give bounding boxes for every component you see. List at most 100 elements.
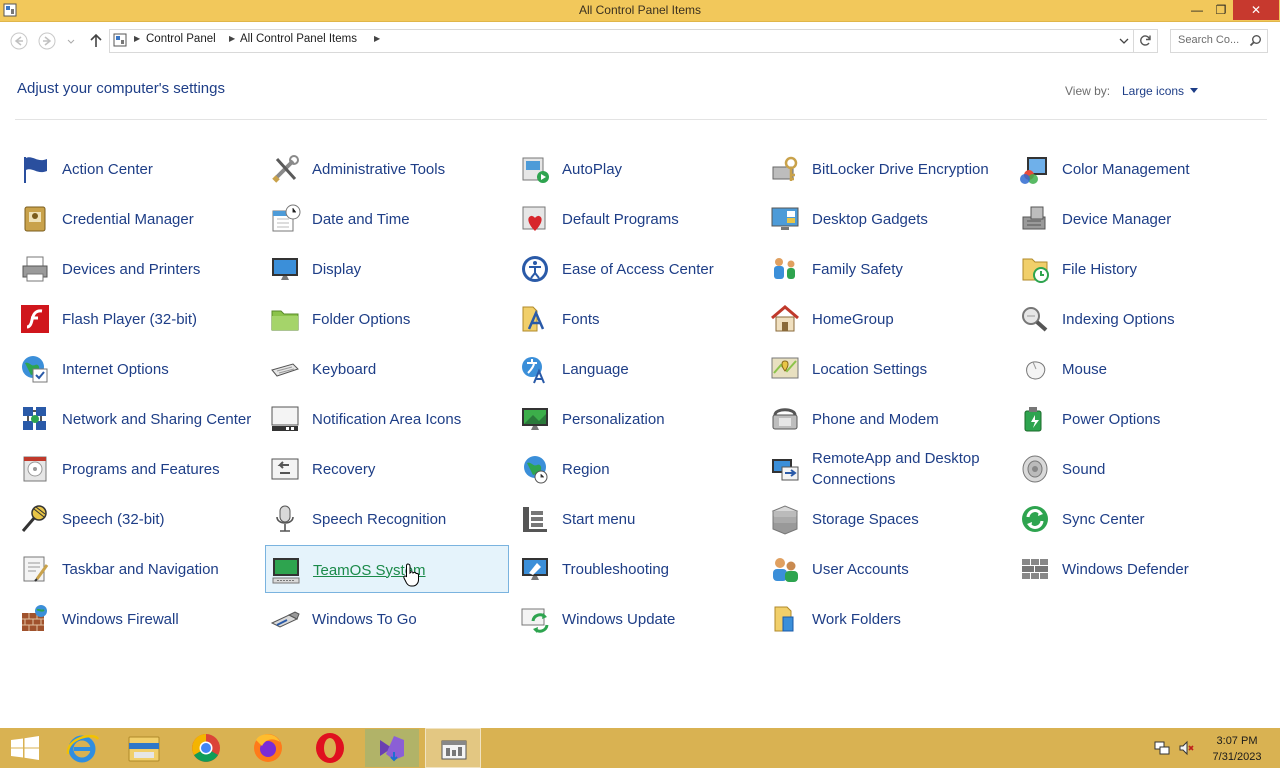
control-panel-item[interactable]: Power Options: [1015, 395, 1259, 443]
item-label[interactable]: HomeGroup: [812, 295, 1007, 343]
recent-locations-icon[interactable]: [64, 31, 78, 51]
item-label[interactable]: Windows Defender: [1062, 545, 1257, 593]
breadcrumb-all-items[interactable]: All Control Panel Items: [240, 33, 357, 45]
control-panel-item[interactable]: Date and Time: [265, 195, 509, 243]
control-panel-item[interactable]: Folder Options: [265, 295, 509, 343]
item-label[interactable]: Keyboard: [312, 345, 507, 393]
chrome-icon[interactable]: [178, 728, 234, 768]
item-label[interactable]: Location Settings: [812, 345, 1007, 393]
control-panel-item[interactable]: HomeGroup: [765, 295, 1009, 343]
control-panel-item[interactable]: Windows Defender: [1015, 545, 1259, 593]
item-label[interactable]: Windows To Go: [312, 595, 507, 643]
control-panel-item[interactable]: Location Settings: [765, 345, 1009, 393]
item-label[interactable]: Default Programs: [562, 195, 757, 243]
item-label[interactable]: Network and Sharing Center: [62, 395, 257, 443]
item-label[interactable]: Action Center: [62, 145, 257, 193]
control-panel-taskbar-button[interactable]: [425, 728, 481, 768]
control-panel-item[interactable]: Sync Center: [1015, 495, 1259, 543]
address-box[interactable]: ▶ Control Panel ▶ All Control Panel Item…: [109, 29, 1134, 53]
start-icon[interactable]: [0, 728, 50, 768]
item-label[interactable]: Language: [562, 345, 757, 393]
control-panel-item[interactable]: RemoteApp and Desktop Connections: [765, 445, 1009, 493]
control-panel-item[interactable]: Action Center: [15, 145, 259, 193]
item-label[interactable]: Start menu: [562, 495, 757, 543]
breadcrumb-control-panel[interactable]: Control Panel: [146, 33, 216, 45]
item-label[interactable]: Devices and Printers: [62, 245, 257, 293]
item-label[interactable]: Windows Update: [562, 595, 757, 643]
control-panel-item[interactable]: Internet Options: [15, 345, 259, 393]
item-label[interactable]: Storage Spaces: [812, 495, 1007, 543]
breadcrumb-separator[interactable]: ▶: [134, 34, 140, 43]
control-panel-item[interactable]: File History: [1015, 245, 1259, 293]
control-panel-item[interactable]: Troubleshooting: [515, 545, 759, 593]
item-label[interactable]: Personalization: [562, 395, 757, 443]
control-panel-item[interactable]: AutoPlay: [515, 145, 759, 193]
control-panel-item[interactable]: Fonts: [515, 295, 759, 343]
item-label[interactable]: Fonts: [562, 295, 757, 343]
item-label[interactable]: Work Folders: [812, 595, 1007, 643]
control-panel-item[interactable]: Region: [515, 445, 759, 493]
control-panel-item[interactable]: Ease of Access Center: [515, 245, 759, 293]
item-label[interactable]: Ease of Access Center: [562, 245, 757, 293]
item-label[interactable]: Administrative Tools: [312, 145, 507, 193]
item-label[interactable]: Sound: [1062, 445, 1257, 493]
control-panel-item[interactable]: Keyboard: [265, 345, 509, 393]
item-label[interactable]: Device Manager: [1062, 195, 1257, 243]
control-panel-item[interactable]: Notification Area Icons: [265, 395, 509, 443]
item-label[interactable]: Indexing Options: [1062, 295, 1257, 343]
control-panel-item[interactable]: Taskbar and Navigation: [15, 545, 259, 593]
item-label[interactable]: Display: [312, 245, 507, 293]
address-dropdown-icon[interactable]: [1119, 37, 1129, 45]
item-label[interactable]: Power Options: [1062, 395, 1257, 443]
internet-explorer-icon[interactable]: [54, 728, 110, 768]
control-panel-item[interactable]: Family Safety: [765, 245, 1009, 293]
network-tray-icon[interactable]: [1154, 740, 1170, 756]
breadcrumb-separator[interactable]: ▶: [229, 34, 235, 43]
control-panel-item[interactable]: Phone and Modem: [765, 395, 1009, 443]
back-button[interactable]: [9, 31, 29, 51]
control-panel-item[interactable]: TeamOS System: [265, 545, 509, 593]
item-label[interactable]: Phone and Modem: [812, 395, 1007, 443]
control-panel-item[interactable]: Display: [265, 245, 509, 293]
forward-button[interactable]: [37, 31, 57, 51]
item-label[interactable]: Mouse: [1062, 345, 1257, 393]
control-panel-item[interactable]: Recovery: [265, 445, 509, 493]
close-button[interactable]: ✕: [1233, 0, 1279, 20]
item-label[interactable]: Credential Manager: [62, 195, 257, 243]
refresh-button[interactable]: [1134, 29, 1158, 53]
control-panel-item[interactable]: Color Management: [1015, 145, 1259, 193]
item-label[interactable]: Speech Recognition: [312, 495, 507, 543]
control-panel-item[interactable]: Desktop Gadgets: [765, 195, 1009, 243]
control-panel-item[interactable]: User Accounts: [765, 545, 1009, 593]
control-panel-item[interactable]: Start menu: [515, 495, 759, 543]
item-label[interactable]: BitLocker Drive Encryption: [812, 145, 1007, 193]
item-label[interactable]: File History: [1062, 245, 1257, 293]
up-button[interactable]: [86, 31, 106, 51]
firefox-icon[interactable]: [240, 728, 296, 768]
control-panel-item[interactable]: Windows Update: [515, 595, 759, 643]
item-label[interactable]: Taskbar and Navigation: [62, 545, 257, 593]
item-label[interactable]: Region: [562, 445, 757, 493]
item-label[interactable]: Troubleshooting: [562, 545, 757, 593]
control-panel-item[interactable]: Windows Firewall: [15, 595, 259, 643]
system-clock[interactable]: 3:07 PM 7/31/2023: [1202, 733, 1272, 765]
item-label[interactable]: Folder Options: [312, 295, 507, 343]
item-label[interactable]: Programs and Features: [62, 445, 257, 493]
control-panel-item[interactable]: Language: [515, 345, 759, 393]
control-panel-item[interactable]: Administrative Tools: [265, 145, 509, 193]
item-label[interactable]: Sync Center: [1062, 495, 1257, 543]
item-label[interactable]: Family Safety: [812, 245, 1007, 293]
item-label[interactable]: Windows Firewall: [62, 595, 257, 643]
item-label[interactable]: RemoteApp and Desktop Connections: [812, 445, 1007, 493]
restore-button[interactable]: ❐: [1208, 0, 1234, 20]
item-label[interactable]: Date and Time: [312, 195, 507, 243]
control-panel-item[interactable]: Indexing Options: [1015, 295, 1259, 343]
control-panel-item[interactable]: Personalization: [515, 395, 759, 443]
item-label[interactable]: Recovery: [312, 445, 507, 493]
control-panel-item[interactable]: Default Programs: [515, 195, 759, 243]
item-label[interactable]: AutoPlay: [562, 145, 757, 193]
item-label[interactable]: Speech (32-bit): [62, 495, 257, 543]
file-explorer-icon[interactable]: [116, 728, 172, 768]
control-panel-item[interactable]: Sound: [1015, 445, 1259, 493]
item-label[interactable]: Color Management: [1062, 145, 1257, 193]
